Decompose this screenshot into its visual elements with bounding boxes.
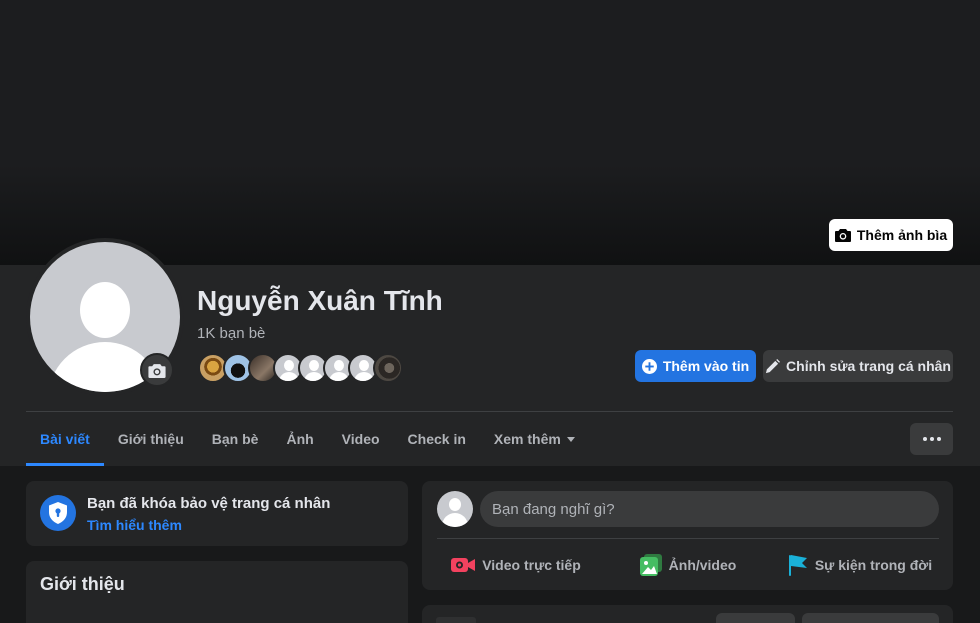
shield-lock-icon [40,495,76,531]
camera-icon [148,363,166,378]
intro-title: Giới thiệu [40,574,125,594]
friend-avatar-stack[interactable] [198,353,403,383]
more-options-button[interactable] [910,423,953,455]
tab-photos[interactable]: Ảnh [272,412,327,466]
pencil-icon [765,358,781,373]
life-event-button[interactable]: Sự kiện trong đời [774,545,946,585]
filter-button[interactable] [716,613,795,623]
add-to-story-button[interactable]: Thêm vào tin [635,350,756,382]
add-to-story-label: Thêm vào tin [662,358,750,374]
tab-check-ins[interactable]: Check in [394,412,480,466]
posts-card [422,605,953,623]
live-video-icon [451,558,476,572]
friend-avatar[interactable] [373,353,403,383]
flag-icon [788,555,807,576]
tab-videos[interactable]: Video [328,412,394,466]
intro-card: Giới thiệu [26,561,408,623]
camera-icon [834,229,851,242]
whats-on-your-mind-input[interactable] [480,491,939,527]
photo-icon [639,554,662,576]
ellipsis-icon [922,437,927,441]
live-video-button[interactable]: Video trực tiếp [430,545,602,585]
caret-down-icon [566,436,575,442]
manage-posts-button[interactable] [802,613,939,623]
lock-notice-title: Bạn đã khóa bảo vệ trang cá nhân [87,495,331,512]
edit-profile-button[interactable]: Chỉnh sửa trang cá nhân [763,350,953,382]
avatar[interactable] [437,491,473,527]
composer-actions: Video trực tiếp Ảnh/video Sự kiện trong … [430,545,946,585]
friends-count[interactable]: 1K bạn bè [197,325,265,342]
tab-about[interactable]: Giới thiệu [104,412,198,466]
add-cover-photo-label: Thêm ảnh bìa [856,227,948,243]
edit-profile-label: Chỉnh sửa trang cá nhân [786,358,951,374]
post-composer: Video trực tiếp Ảnh/video Sự kiện trong … [422,481,953,590]
tab-friends[interactable]: Bạn bè [198,412,273,466]
tab-more[interactable]: Xem thêm [480,412,589,466]
composer-divider [437,538,939,539]
add-cover-photo-button[interactable]: Thêm ảnh bìa [829,219,953,251]
profile-lock-notice: Bạn đã khóa bảo vệ trang cá nhân Tìm hiể… [26,481,408,546]
profile-name: Nguyễn Xuân Tĩnh [197,285,443,316]
update-profile-picture-button[interactable] [140,353,174,387]
posts-title-placeholder [436,617,476,623]
photo-video-button[interactable]: Ảnh/video [602,545,774,585]
plus-circle-icon [641,358,657,374]
tab-posts[interactable]: Bài viết [26,412,104,466]
learn-more-link[interactable]: Tìm hiểu thêm [87,517,182,533]
profile-tabs: Bài viết Giới thiệu Bạn bè Ảnh Video Che… [26,412,589,466]
